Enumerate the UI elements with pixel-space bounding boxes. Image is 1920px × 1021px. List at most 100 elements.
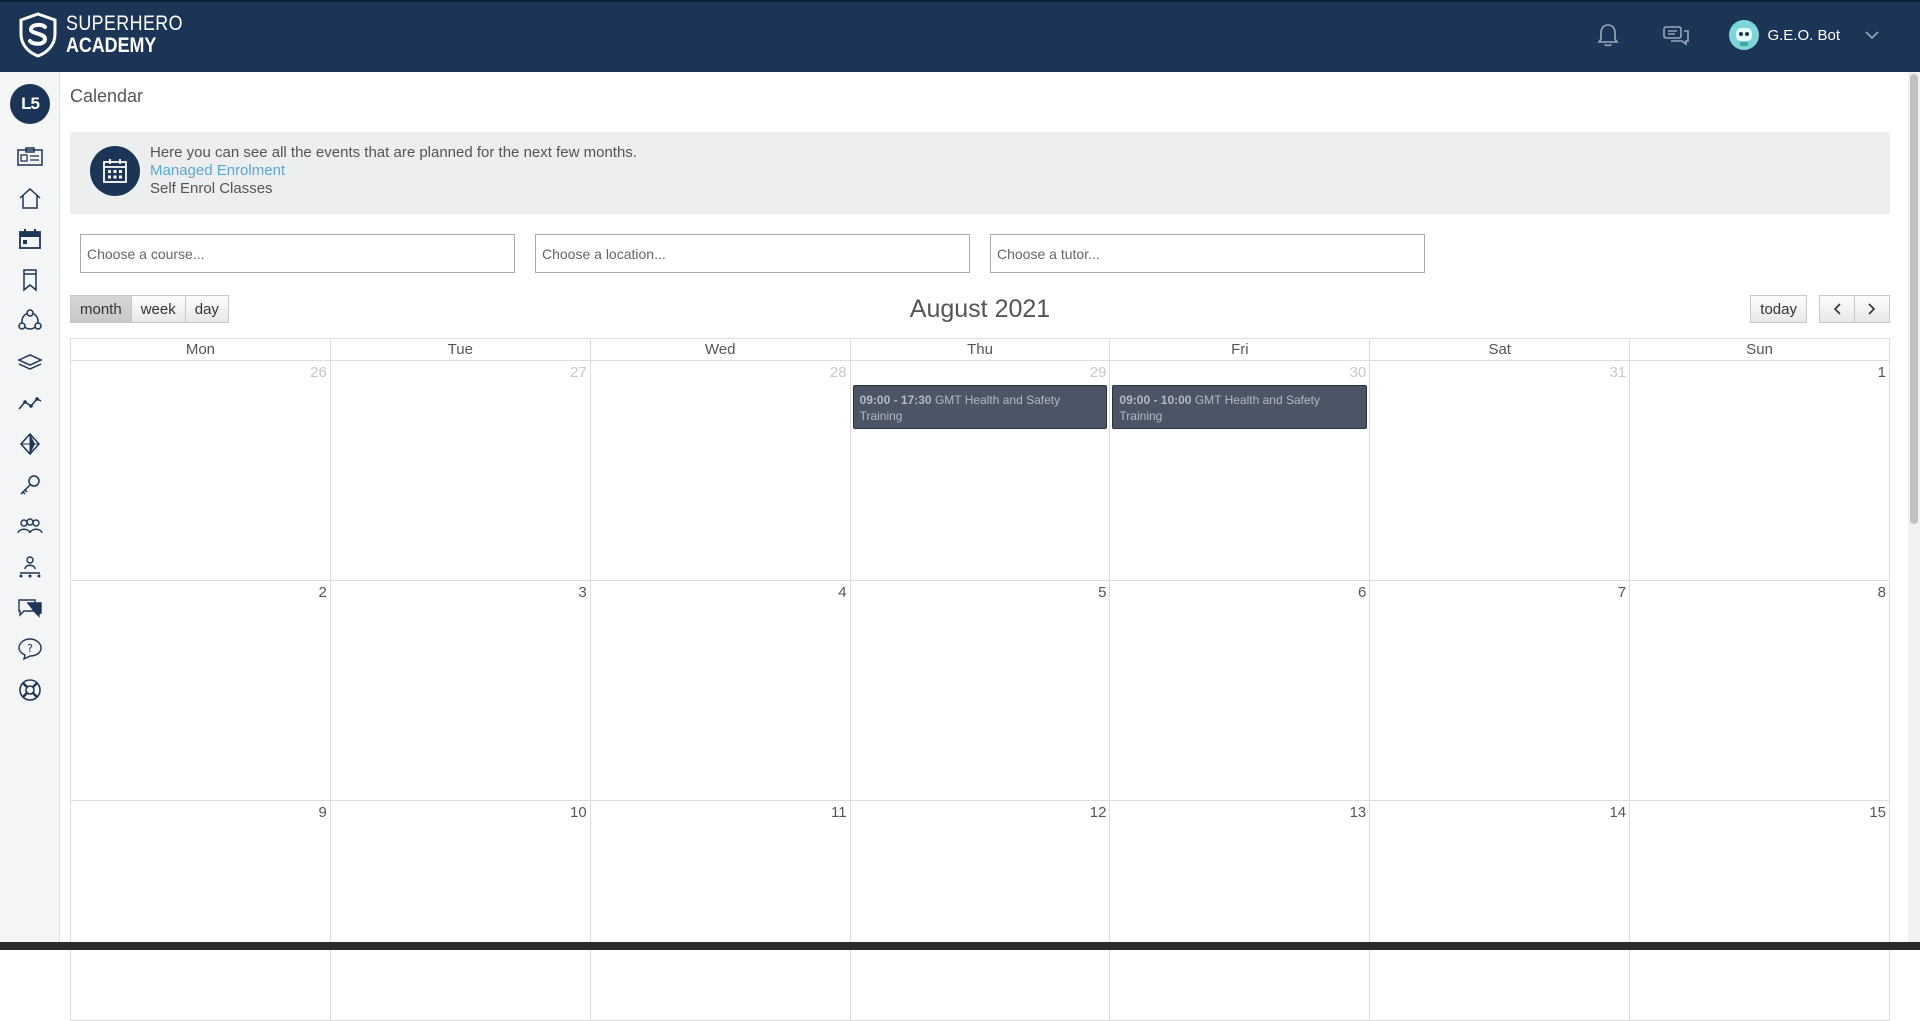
robot-avatar-icon <box>1736 28 1753 46</box>
sidebar-item-calendar[interactable] <box>15 224 45 254</box>
next-button[interactable] <box>1855 295 1890 323</box>
day-number: 26 <box>310 364 327 381</box>
calendar-day-cell[interactable]: 7 <box>1370 581 1631 801</box>
day-number: 1 <box>1877 364 1886 381</box>
sidebar-item-organisation[interactable] <box>15 552 45 582</box>
shield-logo-icon <box>19 12 57 58</box>
sidebar-item-bookmarks[interactable] <box>15 265 45 295</box>
calendar-icon <box>19 229 41 249</box>
calendar-day-cell[interactable]: 15 <box>1630 801 1890 1021</box>
avatar <box>1729 20 1760 50</box>
calendar-week-row: 26 27 28 29 09:00 - 17:30 GMT Health and Saf… <box>71 361 1890 581</box>
calendar-day-cell[interactable]: 6 <box>1110 581 1371 801</box>
calendar-day-cell[interactable]: 1 <box>1630 361 1890 581</box>
today-button[interactable]: today <box>1750 295 1807 323</box>
info-calendar-badge <box>90 146 140 196</box>
calendar-day-cell[interactable]: 29 09:00 - 17:30 GMT Health and Safety Tr… <box>850 361 1111 581</box>
sidebar-item-groups[interactable] <box>15 511 45 541</box>
sidebar-item-progress[interactable] <box>15 388 45 418</box>
calendar-event[interactable]: 09:00 - 10:00 GMT Health and Safety Trai… <box>1112 385 1368 429</box>
user-menu[interactable]: G.E.O. Bot <box>1729 20 1880 50</box>
level-badge[interactable]: L5 <box>10 84 50 124</box>
day-number: 3 <box>578 584 587 601</box>
calendar-grid-icon <box>103 159 127 183</box>
calendar-day-cell[interactable]: 12 <box>850 801 1111 1021</box>
chat-bubbles-icon <box>1663 26 1690 46</box>
day-number: 5 <box>1098 584 1107 601</box>
bell-icon <box>1597 24 1619 47</box>
event-time: 09:00 - 10:00 <box>1119 393 1192 407</box>
sidebar: L5 ? <box>0 72 60 942</box>
day-number: 8 <box>1877 584 1886 601</box>
managed-enrolment-link[interactable]: Managed Enrolment <box>150 162 637 180</box>
logo[interactable]: SUPERHERO ACADEMY <box>18 12 204 58</box>
sidebar-item-messages[interactable] <box>15 593 45 623</box>
calendar-week-row: 9 10 11 12 13 14 15 <box>71 801 1890 1021</box>
home-icon <box>19 187 41 209</box>
group-icon <box>17 518 43 534</box>
calendar-navigation: today <box>1750 295 1890 323</box>
day-number: 28 <box>829 364 847 381</box>
tutor-filter-input[interactable] <box>990 234 1425 273</box>
sidebar-item-support[interactable] <box>15 675 45 705</box>
chat-icon <box>18 599 42 618</box>
day-number: 29 <box>1089 364 1107 381</box>
notifications-button[interactable] <box>1593 20 1623 50</box>
day-number: 4 <box>838 584 847 601</box>
event-time: 09:00 - 17:30 <box>859 393 932 407</box>
calendar-day-cell[interactable]: 14 <box>1370 801 1631 1021</box>
page-scrollbar-thumb[interactable] <box>1910 74 1918 524</box>
weekday-thu: Thu <box>850 339 1111 361</box>
calendar-day-cell[interactable]: 11 <box>590 801 851 1021</box>
day-number: 13 <box>1349 804 1367 821</box>
calendar-week-row: 2 3 4 5 6 7 8 <box>71 581 1890 801</box>
top-bar: SUPERHERO ACADEMY G.E.O. Bot <box>0 0 1920 72</box>
sidebar-item-profile[interactable] <box>15 142 45 172</box>
sidebar-item-network[interactable] <box>15 306 45 336</box>
calendar-day-cell[interactable]: 31 <box>1370 361 1631 581</box>
info-panel: Here you can see all the events that are… <box>70 132 1890 214</box>
logo-line2: ACADEMY <box>66 34 157 57</box>
day-number: 30 <box>1349 364 1367 381</box>
location-filter-input[interactable] <box>535 234 970 273</box>
calendar-day-cell[interactable]: 3 <box>330 581 591 801</box>
sidebar-item-home[interactable] <box>15 183 45 213</box>
day-number: 15 <box>1869 804 1886 821</box>
calendar-day-cell[interactable]: 10 <box>330 801 591 1021</box>
calendar-event[interactable]: 09:00 - 17:30 GMT Health and Safety Trai… <box>852 385 1108 429</box>
day-number: 12 <box>1089 804 1107 821</box>
day-number: 27 <box>570 364 587 381</box>
trend-icon <box>18 397 42 410</box>
day-number: 10 <box>570 804 587 821</box>
calendar-day-cell[interactable]: 8 <box>1630 581 1890 801</box>
course-filter-input[interactable] <box>80 234 515 273</box>
day-number: 14 <box>1609 804 1627 821</box>
weekday-tue: Tue <box>330 339 591 361</box>
weekday-mon: Mon <box>71 339 331 361</box>
calendar-day-cell[interactable]: 4 <box>590 581 851 801</box>
week-view-button[interactable]: week <box>131 295 186 323</box>
calendar-day-cell[interactable]: 5 <box>850 581 1111 801</box>
messages-button[interactable] <box>1661 20 1691 50</box>
day-number: 31 <box>1609 364 1627 381</box>
month-calendar: Mon Tue Wed Thu Fri Sat Sun 26 27 28 29 09:0… <box>70 338 1890 1021</box>
calendar-day-cell[interactable]: 2 <box>71 581 331 801</box>
sidebar-item-skills[interactable] <box>15 429 45 459</box>
sidebar-item-access[interactable] <box>15 470 45 500</box>
calendar-day-cell[interactable]: 26 <box>71 361 331 581</box>
calendar-day-cell[interactable]: 30 09:00 - 10:00 GMT Health and Safety Tr… <box>1110 361 1371 581</box>
day-number: 9 <box>318 804 327 821</box>
calendar-day-cell[interactable]: 9 <box>71 801 331 1021</box>
calendar-day-cell[interactable]: 13 <box>1110 801 1371 1021</box>
sidebar-item-courses[interactable] <box>15 347 45 377</box>
month-view-button[interactable]: month <box>70 295 132 323</box>
day-view-button[interactable]: day <box>185 295 229 323</box>
lifebuoy-icon <box>19 679 41 701</box>
sidebar-item-help[interactable]: ? <box>15 634 45 664</box>
calendar-day-cell[interactable]: 28 <box>590 361 851 581</box>
taskbar-strip <box>0 942 1920 950</box>
top-actions: G.E.O. Bot <box>1593 20 1880 50</box>
key-icon <box>20 475 40 495</box>
prev-button[interactable] <box>1819 295 1855 323</box>
calendar-day-cell[interactable]: 27 <box>330 361 591 581</box>
